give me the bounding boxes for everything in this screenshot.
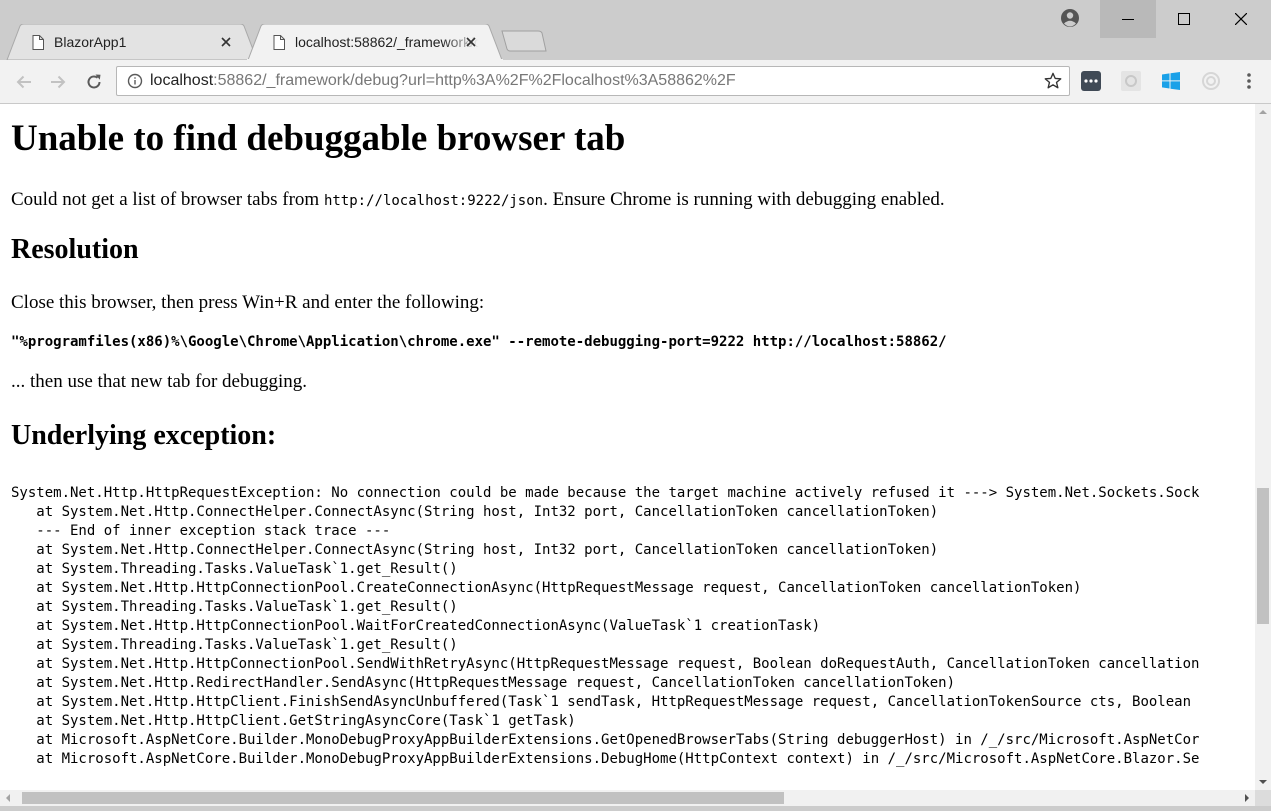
extension-circle-icon[interactable] — [1200, 70, 1222, 92]
scroll-down-button[interactable] — [1255, 774, 1271, 790]
horizontal-scroll-thumb[interactable] — [22, 792, 784, 804]
stack-trace-line: at System.Net.Http.HttpClient.GetStringA… — [11, 713, 576, 729]
stack-trace-line: at Microsoft.AspNetCore.Builder.MonoDebu… — [11, 732, 1200, 748]
stack-trace-line: at System.Net.Http.HttpConnectionPool.Cr… — [11, 580, 1082, 596]
close-window-button[interactable] — [1213, 0, 1269, 38]
tab-blazorapp1[interactable]: BlazorApp1 — [6, 24, 258, 60]
password-dots-icon — [1081, 71, 1101, 91]
reload-button[interactable] — [80, 68, 108, 96]
url-host: localhost — [150, 72, 214, 89]
tab-close-button[interactable] — [218, 34, 234, 50]
back-arrow-icon — [16, 75, 31, 89]
tab-localhost-debug[interactable]: localhost:58862/_framework/debug?url=htt… — [247, 24, 503, 60]
window-bottom-edge — [0, 806, 1271, 811]
back-button[interactable] — [10, 68, 38, 96]
stack-trace-line: at System.Net.Http.HttpConnectionPool.Wa… — [11, 618, 821, 634]
info-icon[interactable] — [127, 73, 143, 89]
forward-button[interactable] — [44, 68, 72, 96]
close-icon — [466, 37, 476, 47]
reload-icon — [87, 74, 101, 89]
page-viewport[interactable]: Unable to find debuggable browser tab Co… — [0, 104, 1255, 790]
maximize-button[interactable] — [1156, 0, 1212, 38]
horizontal-scrollbar[interactable] — [0, 790, 1255, 806]
tab-title: localhost:58862/_framework/debug?url=htt… — [295, 34, 479, 50]
stack-trace-line: System.Net.Http.HttpRequestException: No… — [11, 485, 1200, 501]
tab-close-button[interactable] — [463, 34, 479, 50]
page-content: Unable to find debuggable browser tab Co… — [0, 117, 1255, 769]
browser-menu-button[interactable] — [1238, 70, 1260, 92]
stack-trace-line: at System.Net.Http.ConnectHelper.Connect… — [11, 504, 939, 520]
extension-windows-icon[interactable] — [1160, 70, 1182, 92]
resolution-instruction: Close this browser, then press Win+R and… — [11, 292, 485, 313]
vertical-scrollbar[interactable] — [1255, 104, 1271, 790]
extension-ring-icon — [1202, 72, 1220, 90]
extension-g-icon — [1121, 71, 1141, 91]
stack-trace-line: at System.Threading.Tasks.ValueTask`1.ge… — [11, 561, 458, 577]
close-icon — [1235, 13, 1247, 25]
bookmark-star-button[interactable] — [1041, 69, 1065, 93]
url-path: :58862/_framework/debug?url=http%3A%2F%2… — [213, 72, 736, 89]
caret-left-icon — [6, 794, 10, 802]
extension-password-manager-icon[interactable] — [1080, 70, 1102, 92]
forward-arrow-icon — [51, 75, 66, 89]
stack-trace-line: at System.Net.Http.HttpClient.FinishSend… — [11, 694, 1192, 710]
caret-up-icon — [1259, 110, 1267, 114]
maximize-icon — [1178, 13, 1190, 25]
extension-grammar-icon[interactable] — [1120, 70, 1142, 92]
url-text[interactable]: localhost:58862/_framework/debug?url=htt… — [150, 67, 736, 95]
exception-heading: Underlying exception: — [11, 420, 277, 451]
stack-trace-line: at Microsoft.AspNetCore.Builder.MonoDebu… — [11, 751, 1200, 767]
followup-paragraph: ... then use that new tab for debugging. — [11, 371, 308, 392]
address-bar[interactable]: localhost:58862/_framework/debug?url=htt… — [116, 66, 1070, 96]
document-icon — [32, 34, 44, 50]
stack-trace-line: at System.Net.Http.ConnectHelper.Connect… — [11, 542, 939, 558]
scroll-right-button[interactable] — [1239, 790, 1255, 806]
scroll-left-button[interactable] — [0, 790, 16, 806]
vertical-scroll-thumb[interactable] — [1257, 488, 1269, 624]
caret-right-icon — [1245, 794, 1249, 802]
document-icon — [273, 34, 285, 50]
json-endpoint-code: http://localhost:9222/json — [323, 193, 544, 209]
intro-text-after: . Ensure Chrome is running with debuggin… — [543, 189, 945, 210]
minimize-icon — [1122, 19, 1134, 20]
stack-trace: System.Net.Http.HttpRequestException: No… — [11, 484, 1244, 769]
stack-trace-line: --- End of inner exception stack trace -… — [11, 523, 391, 539]
intro-text-before: Could not get a list of browser tabs fro… — [11, 189, 324, 210]
browser-toolbar: localhost:58862/_framework/debug?url=htt… — [0, 60, 1271, 104]
stack-trace-line: at System.Net.Http.RedirectHandler.SendA… — [11, 675, 956, 691]
stack-trace-line: at System.Net.Http.HttpConnectionPool.Se… — [11, 656, 1200, 672]
chrome-command-line: "%programfiles(x86)%\Google\Chrome\Appli… — [11, 334, 947, 350]
minimize-button[interactable] — [1100, 0, 1156, 38]
page-title: Unable to find debuggable browser tab — [11, 118, 626, 159]
kebab-menu-icon — [1247, 73, 1251, 89]
caret-down-icon — [1259, 780, 1267, 784]
tab-title: BlazorApp1 — [54, 34, 127, 50]
intro-paragraph: Could not get a list of browser tabs fro… — [11, 188, 1244, 213]
scroll-up-button[interactable] — [1255, 104, 1271, 120]
windows-logo-icon — [1162, 72, 1180, 90]
close-icon — [221, 37, 231, 47]
stack-trace-line: at System.Threading.Tasks.ValueTask`1.ge… — [11, 599, 458, 615]
resolution-heading: Resolution — [11, 234, 139, 265]
title-bar: BlazorApp1 localhost:58862/_framework/de… — [0, 0, 1271, 60]
stack-trace-line: at System.Threading.Tasks.ValueTask`1.ge… — [11, 637, 458, 653]
new-tab-button[interactable] — [500, 30, 548, 52]
account-circle-icon[interactable] — [1060, 8, 1080, 28]
star-icon — [1044, 72, 1062, 89]
scrollbar-corner — [1255, 790, 1271, 806]
